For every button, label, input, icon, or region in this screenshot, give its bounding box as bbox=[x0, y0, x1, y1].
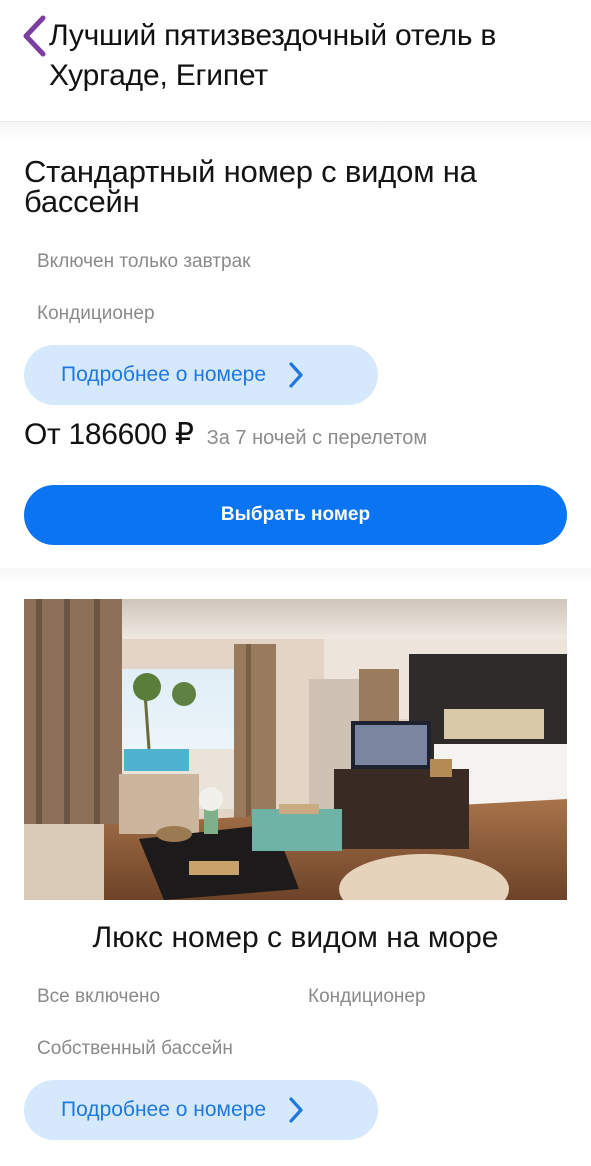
price-row: От 186600 ₽ За 7 ночей с перелетом bbox=[24, 417, 427, 452]
price-note: За 7 ночей с перелетом bbox=[206, 427, 428, 449]
back-button[interactable] bbox=[18, 14, 50, 58]
room-price: От 186600 ₽ bbox=[24, 418, 194, 451]
hotel-room-photo bbox=[24, 599, 567, 900]
room-details-button[interactable]: Подробнее о номере bbox=[24, 1080, 378, 1140]
room-details-label: Подробнее о номере bbox=[61, 363, 267, 386]
feature-air-conditioning: Кондиционер bbox=[308, 986, 426, 1007]
chevron-left-icon bbox=[23, 15, 46, 57]
chevron-right-icon bbox=[288, 361, 304, 389]
room-title: Люкс номер с видом на море bbox=[92, 921, 499, 954]
room-title: Стандартный номер с видом на бассейн bbox=[24, 154, 477, 219]
page-title: Лучший пятизвездочный отель в Хургаде, Е… bbox=[49, 19, 497, 92]
chevron-right-icon bbox=[288, 1096, 304, 1124]
room-details-button[interactable]: Подробнее о номере bbox=[24, 345, 378, 405]
header-divider bbox=[0, 122, 591, 142]
feature-private-pool: Собственный бассейн bbox=[37, 1038, 233, 1059]
select-room-button[interactable]: Выбрать номер bbox=[24, 485, 567, 545]
feature-breakfast: Включен только завтрак bbox=[37, 251, 251, 272]
feature-air-conditioning: Кондиционер bbox=[37, 303, 155, 324]
top-bar: Лучший пятизвездочный отель в Хургаде, Е… bbox=[0, 0, 591, 122]
select-room-label: Выбрать номер bbox=[220, 504, 371, 525]
room-details-label: Подробнее о номере bbox=[61, 1098, 267, 1121]
section-divider bbox=[0, 568, 591, 582]
feature-all-inclusive: Все включено bbox=[37, 986, 161, 1007]
